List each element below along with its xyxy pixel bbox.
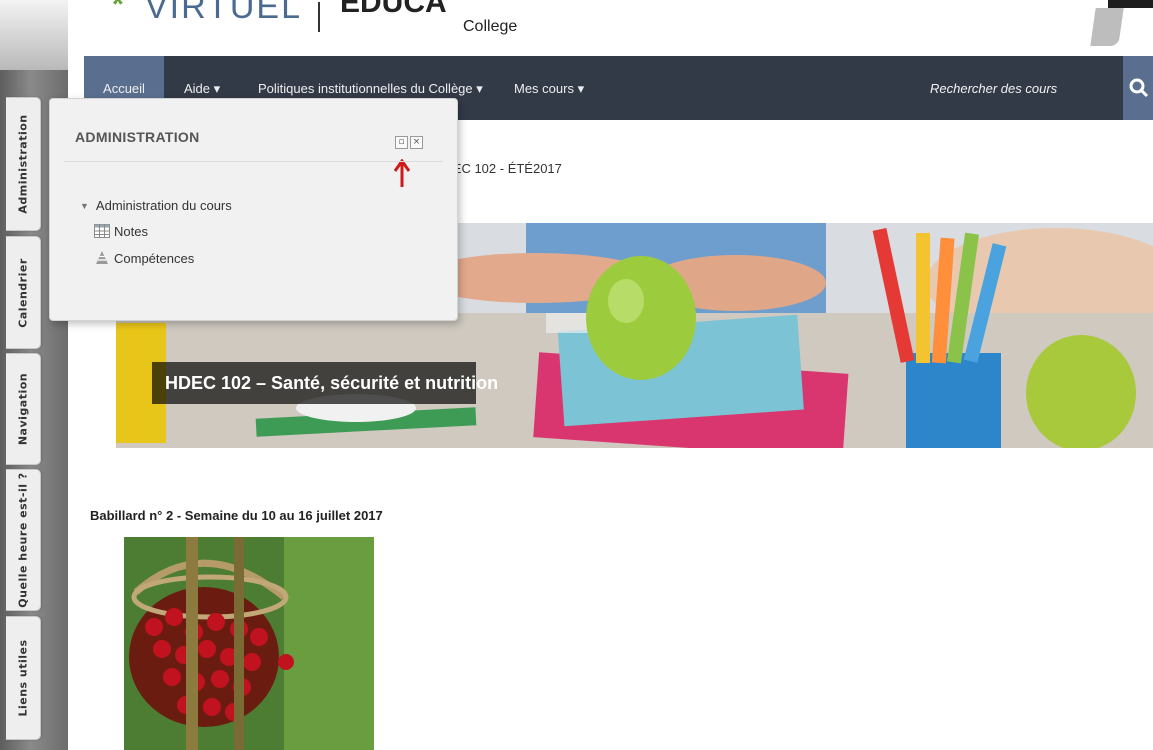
tab-administration[interactable]: Administration: [6, 97, 41, 231]
cherry-basket-image: [124, 537, 374, 750]
red-arrow-annotation-icon: [393, 159, 411, 187]
tab-calendrier[interactable]: Calendrier: [6, 236, 41, 349]
tab-navigation[interactable]: Navigation: [6, 353, 41, 465]
admin-item-competences-label: Compétences: [114, 251, 195, 266]
course-title[interactable]: HDEC 102 – Santé, sécurité et nutrition: [152, 362, 498, 404]
admin-item-competences[interactable]: Compétences: [94, 250, 194, 266]
logo-word2: ÉDUCA: [340, 0, 447, 19]
grades-table-icon: [94, 224, 110, 238]
nav-aide[interactable]: Aide ▾: [184, 81, 220, 97]
admin-section-label: Administration du cours: [95, 198, 232, 213]
admin-item-notes[interactable]: Notes: [94, 224, 148, 239]
tab-liens-utiles-label: Liens utiles: [16, 639, 30, 717]
dock-icon: ▫: [398, 137, 405, 147]
tab-quelle-heure[interactable]: Quelle heure est-il ?: [6, 469, 41, 611]
admin-item-notes-label: Notes: [114, 224, 148, 239]
search-button[interactable]: [1123, 56, 1153, 120]
logo-word: VIRTUEL: [145, 0, 302, 26]
nav-accueil-label: Accueil: [103, 81, 145, 96]
administration-block: ADMINISTRATION ▫ × ▼ Administration du co…: [49, 98, 458, 321]
tab-quelle-heure-label: Quelle heure est-il ?: [16, 472, 30, 608]
cherry-photo: [124, 537, 374, 750]
competencies-icon: [96, 251, 108, 264]
administration-divider: [64, 161, 443, 162]
babillard-heading[interactable]: Babillard n° 2 - Semaine du 10 au 16 jui…: [90, 508, 383, 523]
search-icon: [1129, 78, 1149, 98]
header-dark-strip: [1108, 0, 1153, 8]
expand-triangle-icon: ▼: [80, 201, 89, 211]
header-decoration: [1090, 8, 1124, 46]
logo-mark: *: [112, 0, 124, 21]
logo-subtitle: College: [463, 18, 518, 35]
logo-separator: [318, 2, 320, 32]
nav-mes-cours[interactable]: Mes cours ▾: [514, 81, 584, 97]
nav-politiques[interactable]: Politiques institutionnelles du Collège …: [258, 81, 483, 97]
close-icon: ×: [412, 137, 421, 147]
tab-liens-utiles[interactable]: Liens utiles: [6, 616, 41, 740]
administration-block-title: ADMINISTRATION: [75, 129, 200, 145]
tab-administration-label: Administration: [16, 114, 30, 214]
tab-calendrier-label: Calendrier: [16, 257, 30, 328]
dock-block-button[interactable]: ▫: [395, 136, 408, 149]
close-block-button[interactable]: ×: [410, 136, 423, 149]
admin-section-cours[interactable]: ▼ Administration du cours: [80, 198, 232, 213]
course-search-input[interactable]: Rechercher des cours: [930, 81, 1057, 96]
tab-navigation-label: Navigation: [16, 372, 30, 446]
